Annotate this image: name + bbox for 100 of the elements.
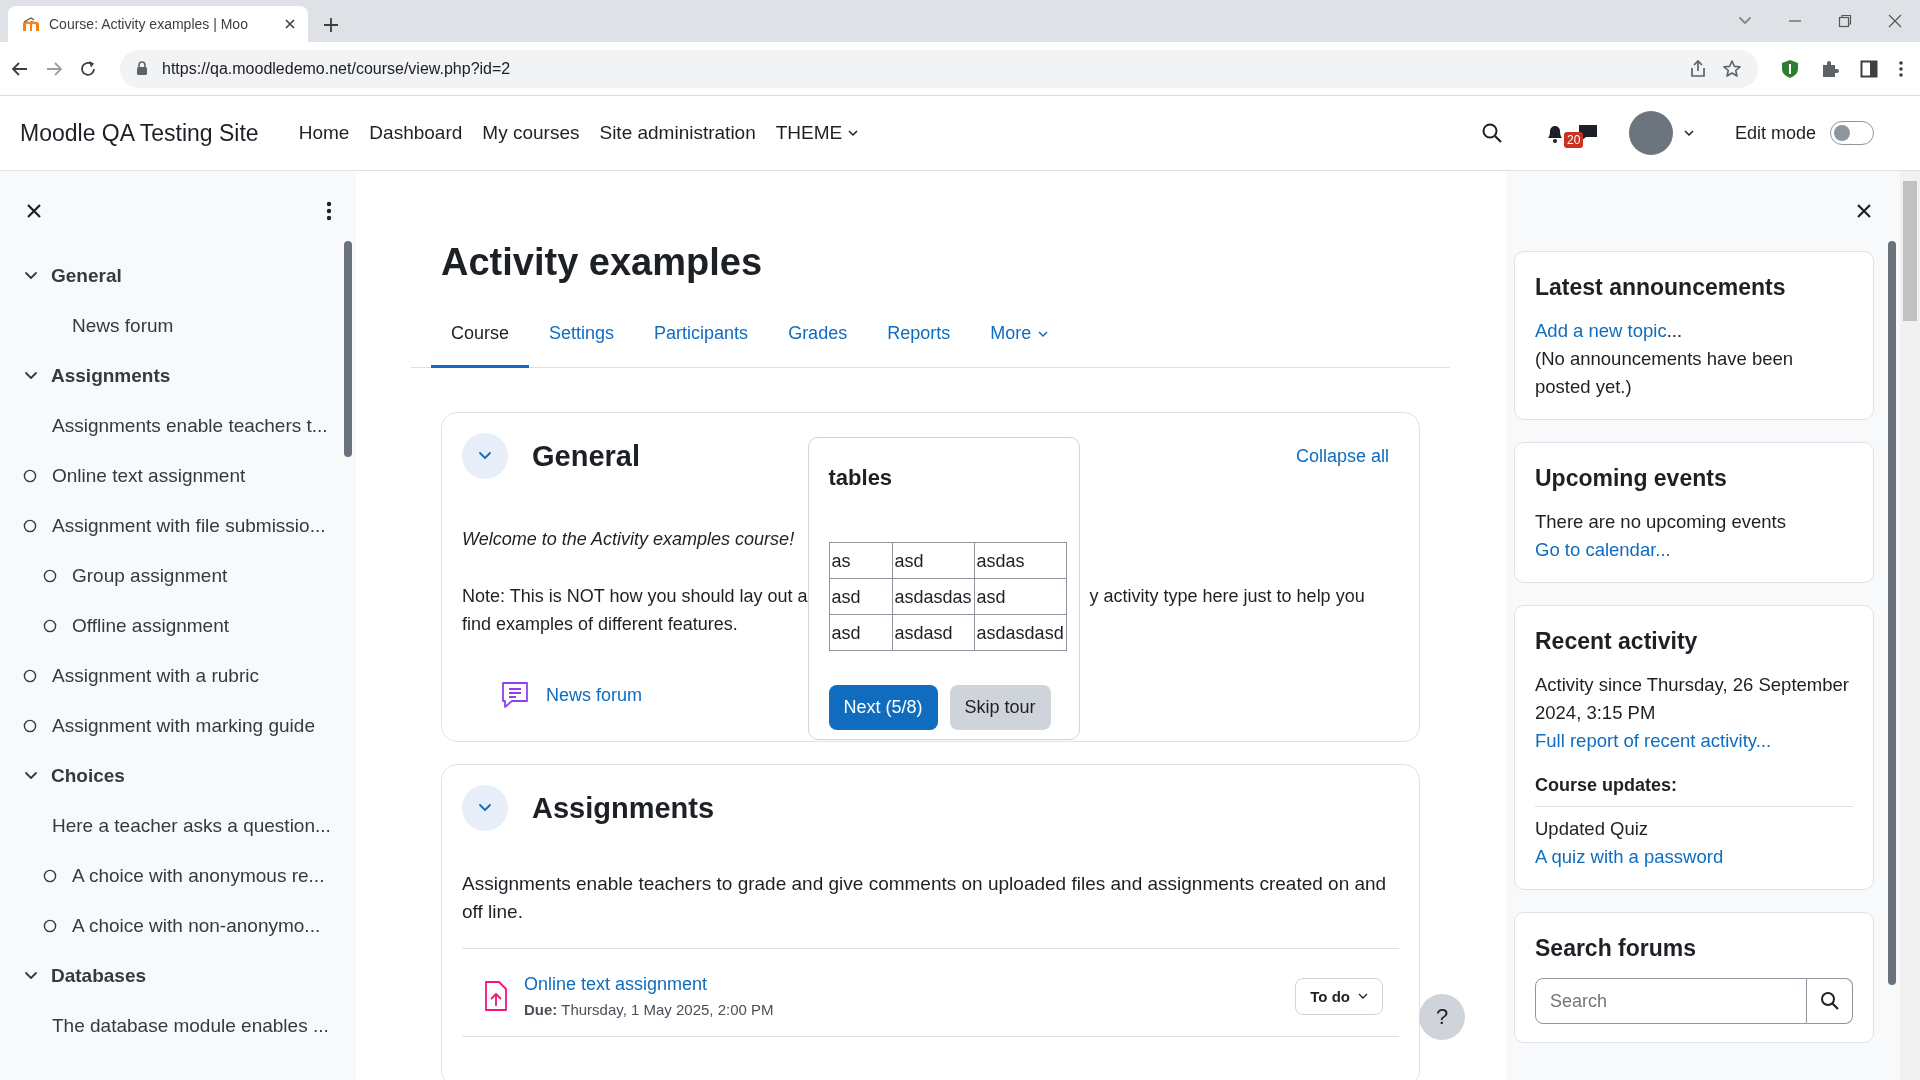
nav-link[interactable]: Site administration: [599, 122, 756, 144]
edit-mode-toggle[interactable]: [1830, 121, 1874, 145]
course-index-item[interactable]: Online text assignment: [52, 465, 246, 487]
scrollbar-thumb[interactable]: [344, 241, 352, 457]
course-tab[interactable]: Course: [431, 304, 530, 368]
caret-down-icon[interactable]: [1682, 127, 1695, 139]
star-icon[interactable]: [1722, 58, 1742, 79]
table-cell: as: [829, 542, 892, 579]
block-title: Upcoming events: [1535, 465, 1728, 492]
block-title: Recent activity: [1535, 628, 1699, 655]
search-field[interactable]: Search: [1535, 978, 1807, 1024]
course-tab[interactable]: Settings: [529, 304, 635, 368]
collapse-all-link[interactable]: Collapse all: [1295, 445, 1389, 467]
skip-tour-button[interactable]: Skip tour: [949, 685, 1051, 730]
note-text: y activity type here just to help you: [1089, 585, 1366, 608]
block-text: There are no upcoming events: [1535, 510, 1787, 534]
course-index-item[interactable]: Assignment with file submissio...: [52, 515, 326, 537]
block-link[interactable]: Full report of recent activity...: [1535, 730, 1772, 751]
section-link[interactable]: Databases: [51, 965, 147, 987]
table-cell: asd: [974, 578, 1067, 615]
browser-tab[interactable]: Course: Activity examples | Moo: [8, 6, 308, 42]
course-index-item[interactable]: Assignments enable teachers t...: [52, 415, 328, 437]
block-link[interactable]: Add a new topic: [1535, 320, 1667, 341]
table-cell: asd: [892, 542, 975, 579]
shield-icon[interactable]: [1780, 58, 1800, 79]
course-index-item[interactable]: A choice with non-anonymo...: [72, 915, 321, 937]
help-button[interactable]: ?: [1419, 994, 1465, 1040]
block-title: Latest announcements: [1535, 274, 1787, 301]
nav-link[interactable]: My courses: [482, 122, 580, 144]
activity-link[interactable]: Online text assignment: [524, 974, 708, 994]
block-subheading: Course updates:: [1535, 775, 1853, 807]
course-index-item[interactable]: Offline assignment: [72, 615, 229, 637]
restore-icon[interactable]: [1837, 13, 1853, 29]
edit-mode-label: Edit mode: [1734, 122, 1816, 144]
site-name[interactable]: Moodle QA Testing Site: [20, 119, 259, 147]
due-date: Due: Thursday, 1 May 2025, 2:00 PM: [524, 1001, 774, 1018]
nav-link[interactable]: Dashboard: [369, 122, 463, 144]
section-link[interactable]: General: [51, 265, 122, 287]
notification-badge: 20: [1563, 131, 1584, 148]
table-cell: asdasd: [892, 614, 975, 651]
course-tab[interactable]: More: [970, 304, 1070, 368]
share-icon[interactable]: [1688, 58, 1708, 79]
note-text: Note: This is NOT how you should lay out a: [462, 585, 808, 608]
course-index-item[interactable]: The database module enables ...: [52, 1015, 329, 1037]
section-title: Assignments: [532, 791, 715, 825]
search-button[interactable]: [1807, 978, 1853, 1024]
lock-icon: [136, 61, 148, 76]
course-tab[interactable]: Reports: [867, 304, 971, 368]
kebab-menu-icon[interactable]: [1898, 59, 1904, 78]
assignment-icon: [484, 980, 508, 1012]
reload-icon[interactable]: [78, 58, 98, 79]
course-index-item[interactable]: Here a teacher asks a question...: [52, 815, 331, 837]
ellipsis-text: ...: [1666, 320, 1683, 341]
search-icon: [1819, 991, 1840, 1011]
block-text: (No announcements have been posted yet.): [1535, 347, 1795, 399]
course-index-item[interactable]: Assignment with a rubric: [52, 665, 259, 687]
status-dropdown[interactable]: To do: [1295, 977, 1383, 1015]
block-title: Search forums: [1535, 935, 1698, 962]
nav-link[interactable]: Home: [298, 122, 350, 144]
avatar[interactable]: [1628, 111, 1673, 155]
course-tab[interactable]: Grades: [768, 304, 868, 368]
kebab-menu-icon[interactable]: [326, 201, 332, 221]
table-cell: asd: [829, 614, 892, 651]
course-index-item[interactable]: News forum: [72, 315, 174, 337]
address-bar[interactable]: https://qa.moodledemo.net/course/view.php?id=2: [120, 49, 1758, 88]
tour-title: tables: [828, 464, 894, 492]
table-cell: asd: [829, 578, 892, 615]
course-tab[interactable]: Participants: [634, 304, 769, 368]
close-icon[interactable]: [26, 203, 42, 219]
section-link[interactable]: Assignments: [51, 365, 171, 387]
close-icon[interactable]: [1856, 203, 1872, 219]
block-link[interactable]: A quiz with a password: [1535, 846, 1724, 867]
url-text: https://qa.moodledemo.net/course/view.php?id=2: [162, 59, 512, 78]
search-icon[interactable]: [1480, 122, 1503, 144]
moodle-logo-icon: [22, 16, 40, 32]
course-index-item[interactable]: Group assignment: [72, 565, 228, 587]
side-panel-icon[interactable]: [1860, 59, 1878, 78]
activity-link[interactable]: News forum: [546, 684, 643, 706]
note-text: find examples of different features.: [462, 613, 739, 636]
forum-icon: [500, 680, 530, 710]
nav-link[interactable]: THEME: [775, 122, 860, 144]
next-button[interactable]: Next (5/8): [828, 685, 938, 730]
block-link[interactable]: Go to calendar...: [1535, 539, 1671, 560]
section-summary: Assignments enable teachers to grade and give comments on uploaded files and assignments created on and off line.: [462, 872, 1388, 924]
caret-down-icon: [1358, 991, 1368, 1001]
table-cell: asdasdas: [892, 578, 975, 615]
plus-icon[interactable]: [322, 16, 340, 34]
block-text: Updated Quiz: [1535, 817, 1650, 841]
table-cell: asdas: [974, 542, 1067, 579]
puzzle-icon[interactable]: [1820, 58, 1840, 79]
table-cell: asdasdasd: [974, 614, 1067, 651]
welcome-text: Welcome to the Activity examples course!: [462, 529, 795, 550]
page-title: Activity examples: [441, 241, 764, 284]
tab-title: Course: Activity examples | Moo: [49, 16, 249, 32]
course-index-item[interactable]: Assignment with marking guide: [52, 715, 315, 737]
scrollbar-thumb[interactable]: [1903, 181, 1917, 321]
section-link[interactable]: Choices: [51, 765, 125, 787]
block-text: Activity since Thursday, 26 September 2024, 3:15 PM: [1535, 673, 1850, 725]
scrollbar-thumb[interactable]: [1888, 241, 1896, 985]
course-index-item[interactable]: A choice with anonymous re...: [72, 865, 325, 887]
